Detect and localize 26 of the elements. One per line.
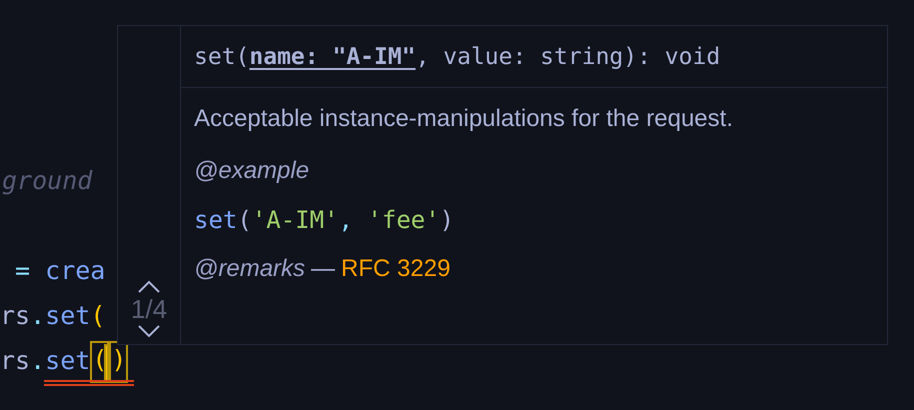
remarks-tag: @remarks: [194, 252, 306, 286]
chevron-down-icon[interactable]: [137, 324, 161, 338]
code-comment: ground: [2, 165, 92, 197]
code-token: set: [45, 345, 90, 377]
code-token: ): [440, 206, 454, 234]
overload-counter: 1/4: [130, 294, 168, 324]
code-token: 'A-IM': [252, 206, 339, 234]
code-token: ,: [338, 206, 354, 234]
description-text: Acceptable instance-manipulations for the request.: [194, 104, 734, 134]
code-token: =: [14, 255, 32, 287]
chevron-up-icon[interactable]: [137, 280, 161, 294]
dash-text: —: [311, 254, 336, 284]
code-token: (: [237, 206, 252, 234]
code-token: set: [194, 206, 238, 234]
text-cursor: [104, 344, 110, 382]
rfc-link[interactable]: RFC 3229: [341, 252, 450, 286]
code-token: .: [30, 345, 46, 377]
code-token: rs: [0, 345, 30, 377]
code-token: crea: [45, 255, 106, 287]
code-token: (: [90, 300, 106, 332]
code-token: 'fee': [367, 206, 440, 234]
example-tag: @example: [194, 154, 874, 188]
function-signature: set(name: "A-IM", value: string): void: [181, 26, 887, 88]
code-token: set: [45, 300, 90, 332]
code-token: .: [30, 300, 46, 332]
code-token: rs: [0, 300, 30, 332]
